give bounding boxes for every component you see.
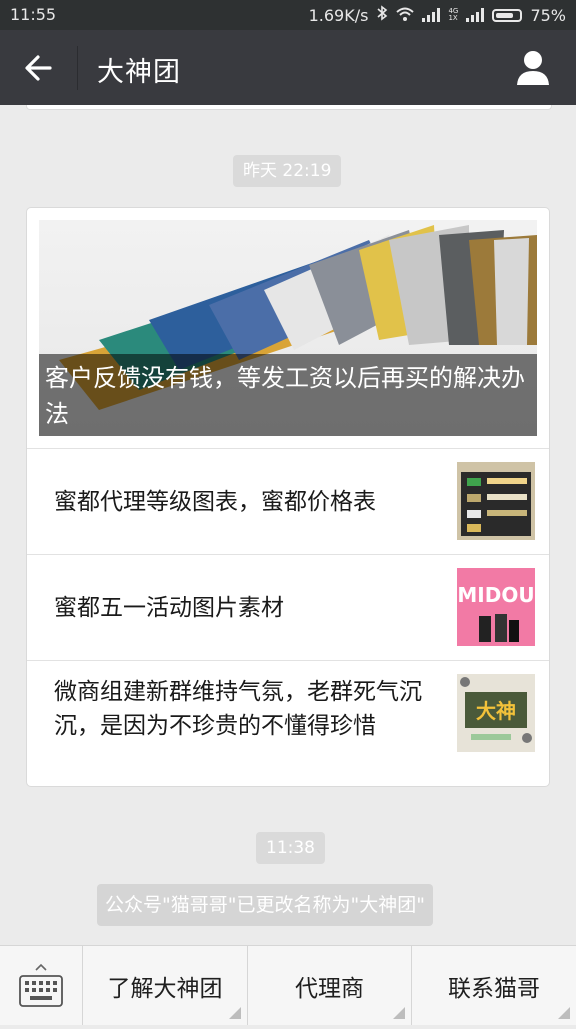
net-speed: 1.69K/s bbox=[308, 5, 369, 25]
battery-icon bbox=[492, 8, 523, 22]
previous-message-card bbox=[26, 105, 552, 110]
status-bar: 11:55 1.69K/s 4G 1X 75% bbox=[0, 0, 576, 30]
menu-button-contact[interactable]: 联系猫哥 bbox=[412, 946, 576, 1025]
bluetooth-icon bbox=[376, 5, 388, 25]
thumbnail-text: 大神 bbox=[476, 699, 516, 723]
article-list-item[interactable]: 微商组建新群维持气氛，老群死气沉沉，是因为不珍贵的不懂得珍惜 大神 bbox=[27, 660, 549, 787]
battery-percent: 75% bbox=[530, 5, 566, 25]
arrow-left-icon[interactable] bbox=[20, 50, 56, 86]
system-message: 公众号"猫哥哥"已更改名称为"大神团" bbox=[97, 884, 433, 926]
user-icon[interactable] bbox=[516, 50, 550, 86]
article-item-title[interactable]: 蜜都代理等级图表，蜜都价格表 bbox=[54, 485, 424, 519]
article-thumbnail: 大神 bbox=[457, 674, 535, 752]
timestamp: 昨天 22:19 bbox=[233, 155, 342, 187]
article-list-item[interactable]: 蜜都代理等级图表，蜜都价格表 bbox=[27, 448, 549, 555]
wifi-icon bbox=[396, 6, 415, 25]
thumbnail-text: MIDOU bbox=[457, 583, 534, 607]
article-thumbnail bbox=[457, 462, 535, 540]
status-indicators: 1.69K/s 4G 1X 75% bbox=[309, 5, 566, 25]
article-item-title[interactable]: 蜜都五一活动图片素材 bbox=[54, 591, 424, 625]
article-list-item[interactable]: 蜜都五一活动图片素材 MIDOU bbox=[27, 554, 549, 661]
submenu-indicator-icon bbox=[558, 1007, 570, 1019]
article-hero[interactable]: 客户反馈没有钱，等发工资以后再买的解决办法 bbox=[39, 220, 537, 436]
bottom-menu-bar: 了解大神团 代理商 联系猫哥 bbox=[0, 945, 576, 1025]
timestamp: 11:38 bbox=[256, 832, 325, 864]
signal-icon-2 bbox=[466, 8, 485, 22]
article-thumbnail: MIDOU bbox=[457, 568, 535, 646]
menu-button-label: 联系猫哥 bbox=[448, 975, 540, 1002]
top-nav-bar: 大神团 bbox=[0, 30, 576, 105]
article-card: 客户反馈没有钱，等发工资以后再买的解决办法 蜜都代理等级图表，蜜都价格表 蜜都五… bbox=[26, 207, 550, 787]
chat-area[interactable]: 昨天 22:19 客户反馈没有钱，等发工资以后再买的解决办法 蜜都代理等级图表，… bbox=[0, 105, 576, 945]
article-hero-title[interactable]: 客户反馈没有钱，等发工资以后再买的解决办法 bbox=[39, 354, 537, 436]
network-type-label: 4G 1X bbox=[448, 7, 459, 22]
submenu-indicator-icon bbox=[229, 1007, 241, 1019]
menu-button-label: 了解大神团 bbox=[107, 975, 223, 1002]
menu-button-label: 代理商 bbox=[295, 975, 364, 1002]
signal-icon bbox=[422, 8, 441, 22]
article-item-title[interactable]: 微商组建新群维持气氛，老群死气沉沉，是因为不珍贵的不懂得珍惜 bbox=[54, 675, 424, 743]
keyboard-icon[interactable] bbox=[0, 946, 83, 1025]
nav-divider bbox=[77, 46, 78, 90]
submenu-indicator-icon bbox=[393, 1007, 405, 1019]
menu-button-about[interactable]: 了解大神团 bbox=[83, 946, 248, 1025]
menu-button-agents[interactable]: 代理商 bbox=[248, 946, 412, 1025]
status-time: 11:55 bbox=[10, 5, 57, 24]
page-title: 大神团 bbox=[97, 57, 181, 88]
